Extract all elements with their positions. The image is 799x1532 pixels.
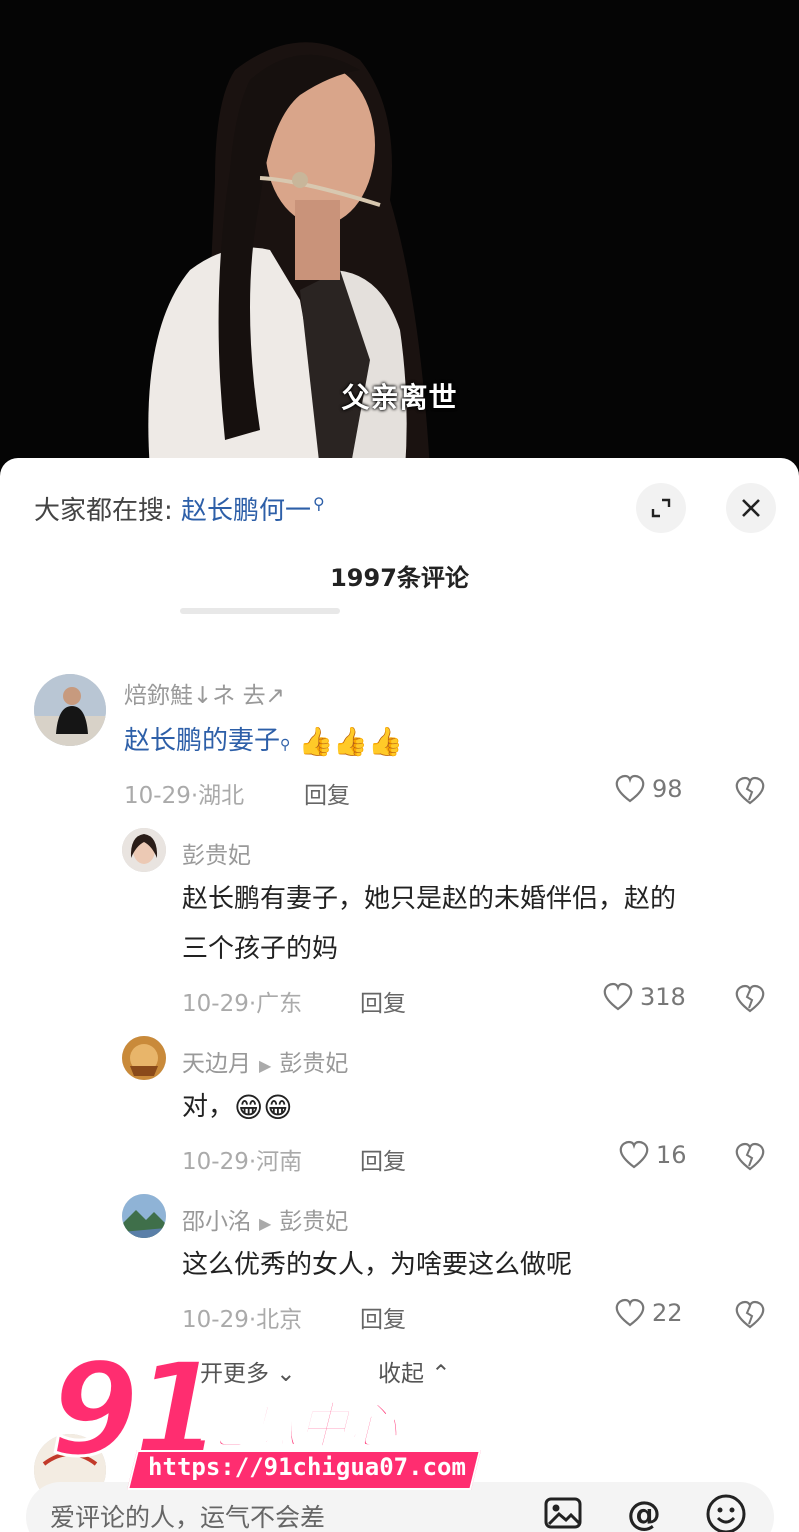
like-button[interactable]: 16: [618, 1140, 687, 1170]
reply-button[interactable]: 回复: [360, 1300, 406, 1334]
reply-username[interactable]: 彭贵妃: [182, 836, 251, 870]
reply-text: 三个孩子的妈: [182, 934, 339, 964]
dislike-icon[interactable]: [734, 776, 766, 806]
avatar[interactable]: [34, 674, 106, 746]
avatar-image: [34, 674, 106, 746]
reply-button[interactable]: 回复: [304, 776, 350, 810]
reply-to-arrow-icon: ▶: [259, 1056, 272, 1075]
reply-to-user[interactable]: 彭贵妃: [279, 1209, 348, 1235]
reply-author[interactable]: 邵小洺: [182, 1209, 251, 1235]
heart-icon: [615, 774, 645, 803]
reply-author[interactable]: 天边月: [182, 1051, 251, 1077]
reply-username[interactable]: 邵小洺 ▶ 彭贵妃: [182, 1202, 348, 1236]
watermark-url: https://91chigua07.com: [148, 1453, 466, 1481]
avatar[interactable]: [122, 1194, 166, 1238]
reply-text: 赵长鹏有妻子，她只是赵的未婚伴侣，赵的: [182, 884, 677, 914]
thumbs-up-emoji: 👍👍👍: [298, 724, 404, 758]
heart-icon: [619, 1140, 649, 1169]
reply-text: 这么优秀的女人，为啥要这么做呢: [182, 1250, 573, 1280]
comment-username[interactable]: 焙鉨鮭↓ネ 去↗: [124, 676, 285, 710]
faded-text-remnant: [180, 608, 340, 614]
like-button[interactable]: 318: [602, 982, 686, 1012]
reply-button[interactable]: 回复: [360, 984, 406, 1018]
search-icon: ⚲: [313, 494, 325, 514]
reply-meta: 10-29·北京: [182, 1307, 303, 1333]
reply-username[interactable]: 天边月 ▶ 彭贵妃: [182, 1044, 348, 1078]
expand-panel-button[interactable]: [636, 483, 686, 533]
dislike-icon[interactable]: [734, 984, 766, 1014]
watermark-brand: 吃瓜中心: [197, 1396, 399, 1456]
heart-icon: [615, 1298, 645, 1327]
like-count: 22: [652, 1299, 683, 1327]
dislike-icon[interactable]: [734, 1300, 766, 1330]
reply-to-user[interactable]: 彭贵妃: [279, 1051, 348, 1077]
mention-icon[interactable]: @: [622, 1492, 666, 1532]
dislike-icon[interactable]: [734, 1142, 766, 1172]
trending-search-keyword[interactable]: 赵长鹏何一: [181, 496, 311, 526]
reply-meta: 10-29·河南: [182, 1149, 303, 1175]
trending-search-bar[interactable]: 大家都在搜: 赵长鹏何一 ⚲: [34, 490, 325, 526]
grin-emoji: 😁😁: [234, 1090, 293, 1124]
comment-keyword-link[interactable]: 赵长鹏的妻子: [124, 726, 280, 756]
reply-button[interactable]: 回复: [360, 1142, 406, 1176]
avatar[interactable]: [122, 1036, 166, 1080]
search-icon: ⚲: [280, 737, 291, 753]
reply-text-content: 对，: [182, 1092, 235, 1122]
image-icon[interactable]: [542, 1492, 584, 1532]
avatar-image: [122, 1194, 166, 1238]
comment-meta: 10-29·湖北: [124, 783, 245, 809]
svg-text:@: @: [627, 1494, 661, 1532]
avatar-image: [122, 828, 166, 872]
like-count: 318: [640, 983, 686, 1011]
avatar-image: [122, 1036, 166, 1080]
like-button[interactable]: 98: [614, 774, 683, 804]
close-button[interactable]: [726, 483, 776, 533]
trending-search-prefix: 大家都在搜:: [34, 496, 173, 526]
close-icon: [742, 499, 760, 517]
avatar[interactable]: [122, 828, 166, 872]
expand-icon: [651, 498, 671, 518]
video-player[interactable]: 父亲离世: [0, 0, 799, 470]
like-count: 98: [652, 775, 683, 803]
heart-icon: [603, 982, 633, 1011]
emoji-icon[interactable]: [704, 1492, 748, 1532]
video-subtitle: 父亲离世: [341, 381, 458, 414]
watermark: 91 吃瓜中心 https://91chigua07.com: [48, 1344, 481, 1506]
comment-count-title: 1997条评论: [330, 564, 469, 592]
reply-meta: 10-29·广东: [182, 991, 303, 1017]
reply-to-arrow-icon: ▶: [259, 1214, 272, 1233]
reply-text: 对，😁😁: [182, 1082, 292, 1133]
like-button[interactable]: 22: [614, 1298, 683, 1328]
like-count: 16: [656, 1141, 687, 1169]
comment-text: 赵长鹏的妻子⚲ 👍👍👍: [124, 716, 403, 770]
